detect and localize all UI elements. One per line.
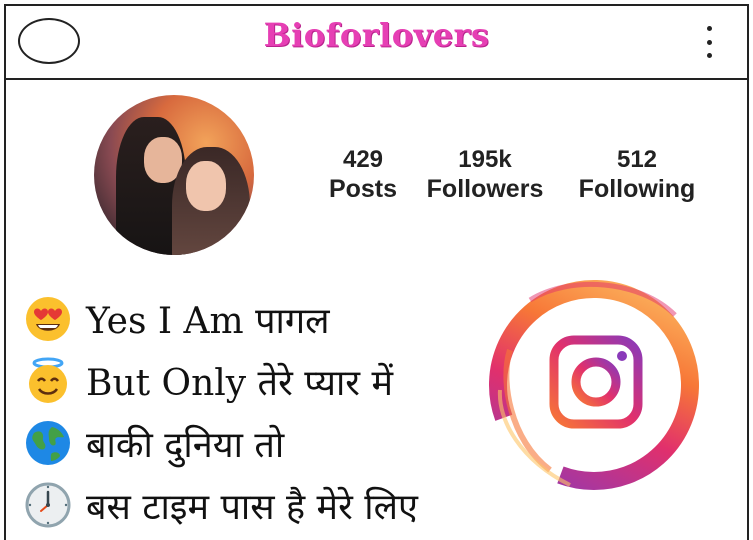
following-stat[interactable]: 512 Following xyxy=(572,146,702,204)
bio-line: बाकी दुनिया तो xyxy=(24,412,418,474)
top-bar: Bioforlovers xyxy=(4,4,749,80)
bio-text: बस टाइम पास है मेरे लिए xyxy=(86,486,418,528)
bio-line: बस टाइम पास है मेरे लिए xyxy=(24,474,418,536)
following-count: 512 xyxy=(616,146,658,173)
bio-text: बाकी दुनिया तो xyxy=(86,424,285,466)
posts-label: Posts xyxy=(328,175,398,203)
posts-count: 429 xyxy=(342,146,384,173)
bio-line: Yes I Am पागल xyxy=(24,288,418,350)
followers-stat[interactable]: 195k Followers xyxy=(420,146,550,204)
followers-label: Followers xyxy=(426,175,544,203)
bio-text: But Only तेरे प्यार में xyxy=(86,362,393,404)
avatar[interactable] xyxy=(94,95,254,255)
following-label: Following xyxy=(578,175,696,203)
bio: Yes I Am पागल But Only तेरे प्यार में बा… xyxy=(24,288,418,536)
followers-count: 195k xyxy=(458,146,512,173)
globe-emoji-icon xyxy=(26,421,70,465)
bio-line: But Only तेरे प्यार में xyxy=(24,350,418,412)
posts-stat[interactable]: 429 Posts xyxy=(326,146,400,204)
halo-smile-emoji-icon xyxy=(29,357,67,403)
more-options-icon[interactable] xyxy=(704,26,714,58)
instagram-logo-icon xyxy=(489,280,699,490)
bio-text: Yes I Am पागल xyxy=(86,300,330,342)
clock-emoji-icon xyxy=(25,482,71,528)
heart-eyes-emoji-icon xyxy=(26,297,70,341)
brand-title: Bioforlovers xyxy=(263,16,490,54)
